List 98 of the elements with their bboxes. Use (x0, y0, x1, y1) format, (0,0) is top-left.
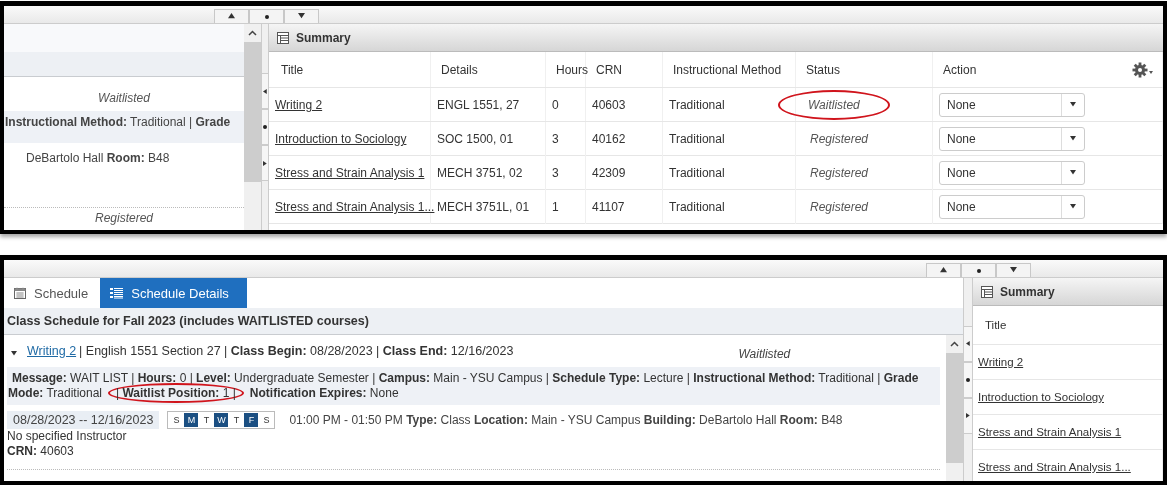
weekday: F (244, 413, 259, 427)
status-text: Registered (809, 131, 870, 148)
table-icon (981, 285, 993, 298)
details-text: ENGL 1551, 27 (437, 97, 520, 112)
method-text: Traditional (669, 97, 725, 112)
scrollbar-thumb[interactable] (946, 353, 963, 463)
circled-status-text: Waitlisted (778, 89, 890, 120)
scrollbar[interactable] (946, 335, 963, 481)
column-header[interactable]: CRN (596, 62, 622, 77)
scrollbar[interactable] (244, 24, 261, 230)
course-link[interactable]: Writing 2 (27, 344, 77, 358)
calendar-icon (14, 287, 26, 299)
dot-icon (966, 377, 970, 382)
method-text: Traditional (669, 200, 725, 214)
weekday: W (214, 413, 229, 427)
column-header[interactable]: Details (441, 62, 478, 77)
summary-title: Summary (1000, 284, 1055, 299)
summary-title: Summary (296, 30, 351, 45)
scroll-up-icon (950, 341, 959, 347)
column-header[interactable]: Hours (556, 62, 588, 77)
settings-icon[interactable] (1132, 61, 1154, 78)
down-arrow-icon (298, 13, 305, 20)
course-link[interactable]: Stress and Strain Analysis 1 (978, 426, 1122, 438)
course-link[interactable]: Introduction to Sociology (978, 391, 1104, 403)
restore-button[interactable] (964, 361, 972, 398)
course-link[interactable]: Stress and Strain Analysis 1... (978, 461, 1131, 473)
details-text: SOC 1500, 01 (437, 132, 514, 146)
tab[interactable]: Schedule Details (100, 278, 247, 308)
schedule-heading: Class Schedule for Fall 2023 (includes WAITLISTED courses) (4, 308, 963, 335)
status-text: Registered (94, 210, 154, 225)
course-link[interactable]: Introduction to Sociology (275, 132, 407, 146)
dot-icon (263, 125, 267, 129)
method-text: Traditional (669, 166, 725, 180)
restore-button[interactable] (262, 109, 268, 145)
up-arrow-icon (228, 13, 235, 20)
caret-icon (1070, 204, 1076, 210)
down-arrow-icon (1010, 267, 1017, 274)
course-link[interactable]: Stress and Strain Analysis 1... (275, 200, 435, 214)
status-text: Registered (809, 199, 870, 216)
column-header[interactable]: Title (985, 319, 1007, 331)
collapse-right-button[interactable] (262, 145, 268, 181)
method-text: Traditional (669, 132, 725, 146)
location-text: DeBartolo Hall Room: B48 (25, 150, 171, 165)
action-dropdown[interactable]: None (939, 127, 1085, 151)
status-text: Waitlisted (738, 346, 791, 361)
instructor-text: No specified Instructor (7, 429, 128, 444)
date-range: 08/28/2023 -- 12/16/2023 (7, 411, 160, 429)
meeting-text: 01:00 PM - 01:50 PM Type: Class Location: Main - YSU Campus Building: DeBartolo Hall Room: B48 (289, 413, 843, 427)
expand-button[interactable] (284, 9, 319, 23)
caret-icon (11, 350, 17, 357)
expand-button[interactable] (996, 263, 1031, 277)
table-icon (277, 31, 289, 44)
hours-text: 3 (552, 132, 559, 146)
hours-text: 3 (552, 166, 559, 180)
action-dropdown[interactable]: None (939, 92, 1085, 117)
scroll-up-icon (248, 30, 257, 36)
scrollbar-thumb[interactable] (244, 42, 261, 182)
column-header[interactable]: Instructional Method (673, 62, 782, 77)
status-text: Waitlisted (97, 90, 151, 107)
crn-text: 41107 (592, 200, 625, 214)
column-header[interactable]: Action (943, 62, 977, 77)
action-dropdown[interactable]: None (939, 195, 1085, 219)
collapse-button[interactable] (214, 9, 249, 23)
caret-icon (1070, 136, 1076, 142)
course-link[interactable]: Stress and Strain Analysis 1 (275, 166, 425, 180)
collapse-button[interactable] (926, 263, 961, 277)
left-arrow-icon (262, 88, 268, 94)
up-arrow-icon (940, 267, 947, 274)
list-icon (110, 287, 124, 299)
action-dropdown[interactable]: None (939, 161, 1085, 185)
column-header[interactable]: Title (281, 62, 304, 77)
status-text: Registered (809, 165, 870, 182)
left-arrow-icon (965, 341, 971, 346)
caret-icon (1070, 101, 1076, 108)
crn-text: 42309 (592, 166, 626, 180)
course-summary: | English 1551 Section 27 | Class Begin: 08/28/2023 | Class End: 12/16/2023 (79, 344, 514, 358)
caret-icon (1070, 170, 1076, 176)
collapse-left-button[interactable] (964, 325, 972, 362)
detail-text: Instructional Method: Traditional | Grade (4, 111, 244, 143)
crn-text: 40603 (592, 97, 626, 112)
column-header[interactable]: Status (806, 62, 841, 77)
restore-button[interactable] (961, 263, 996, 277)
details-text: MECH 3751, 02 (437, 166, 523, 180)
dot-icon (976, 268, 981, 273)
right-arrow-icon (965, 413, 971, 418)
collapse-right-button[interactable] (964, 397, 972, 434)
right-arrow-icon (262, 160, 268, 166)
collapse-left-button[interactable] (262, 73, 268, 109)
dot-icon (264, 14, 269, 19)
weekday: M (184, 413, 199, 427)
hours-text: 1 (552, 200, 559, 214)
course-link[interactable]: Writing 2 (978, 356, 1024, 368)
details-text: MECH 3751L, 01 (437, 200, 530, 214)
restore-button[interactable] (249, 9, 284, 23)
hours-text: 0 (552, 97, 559, 112)
course-link[interactable]: Writing 2 (275, 97, 323, 112)
crn-text: CRN: 40603 (7, 444, 75, 459)
crn-text: 40162 (592, 132, 626, 146)
